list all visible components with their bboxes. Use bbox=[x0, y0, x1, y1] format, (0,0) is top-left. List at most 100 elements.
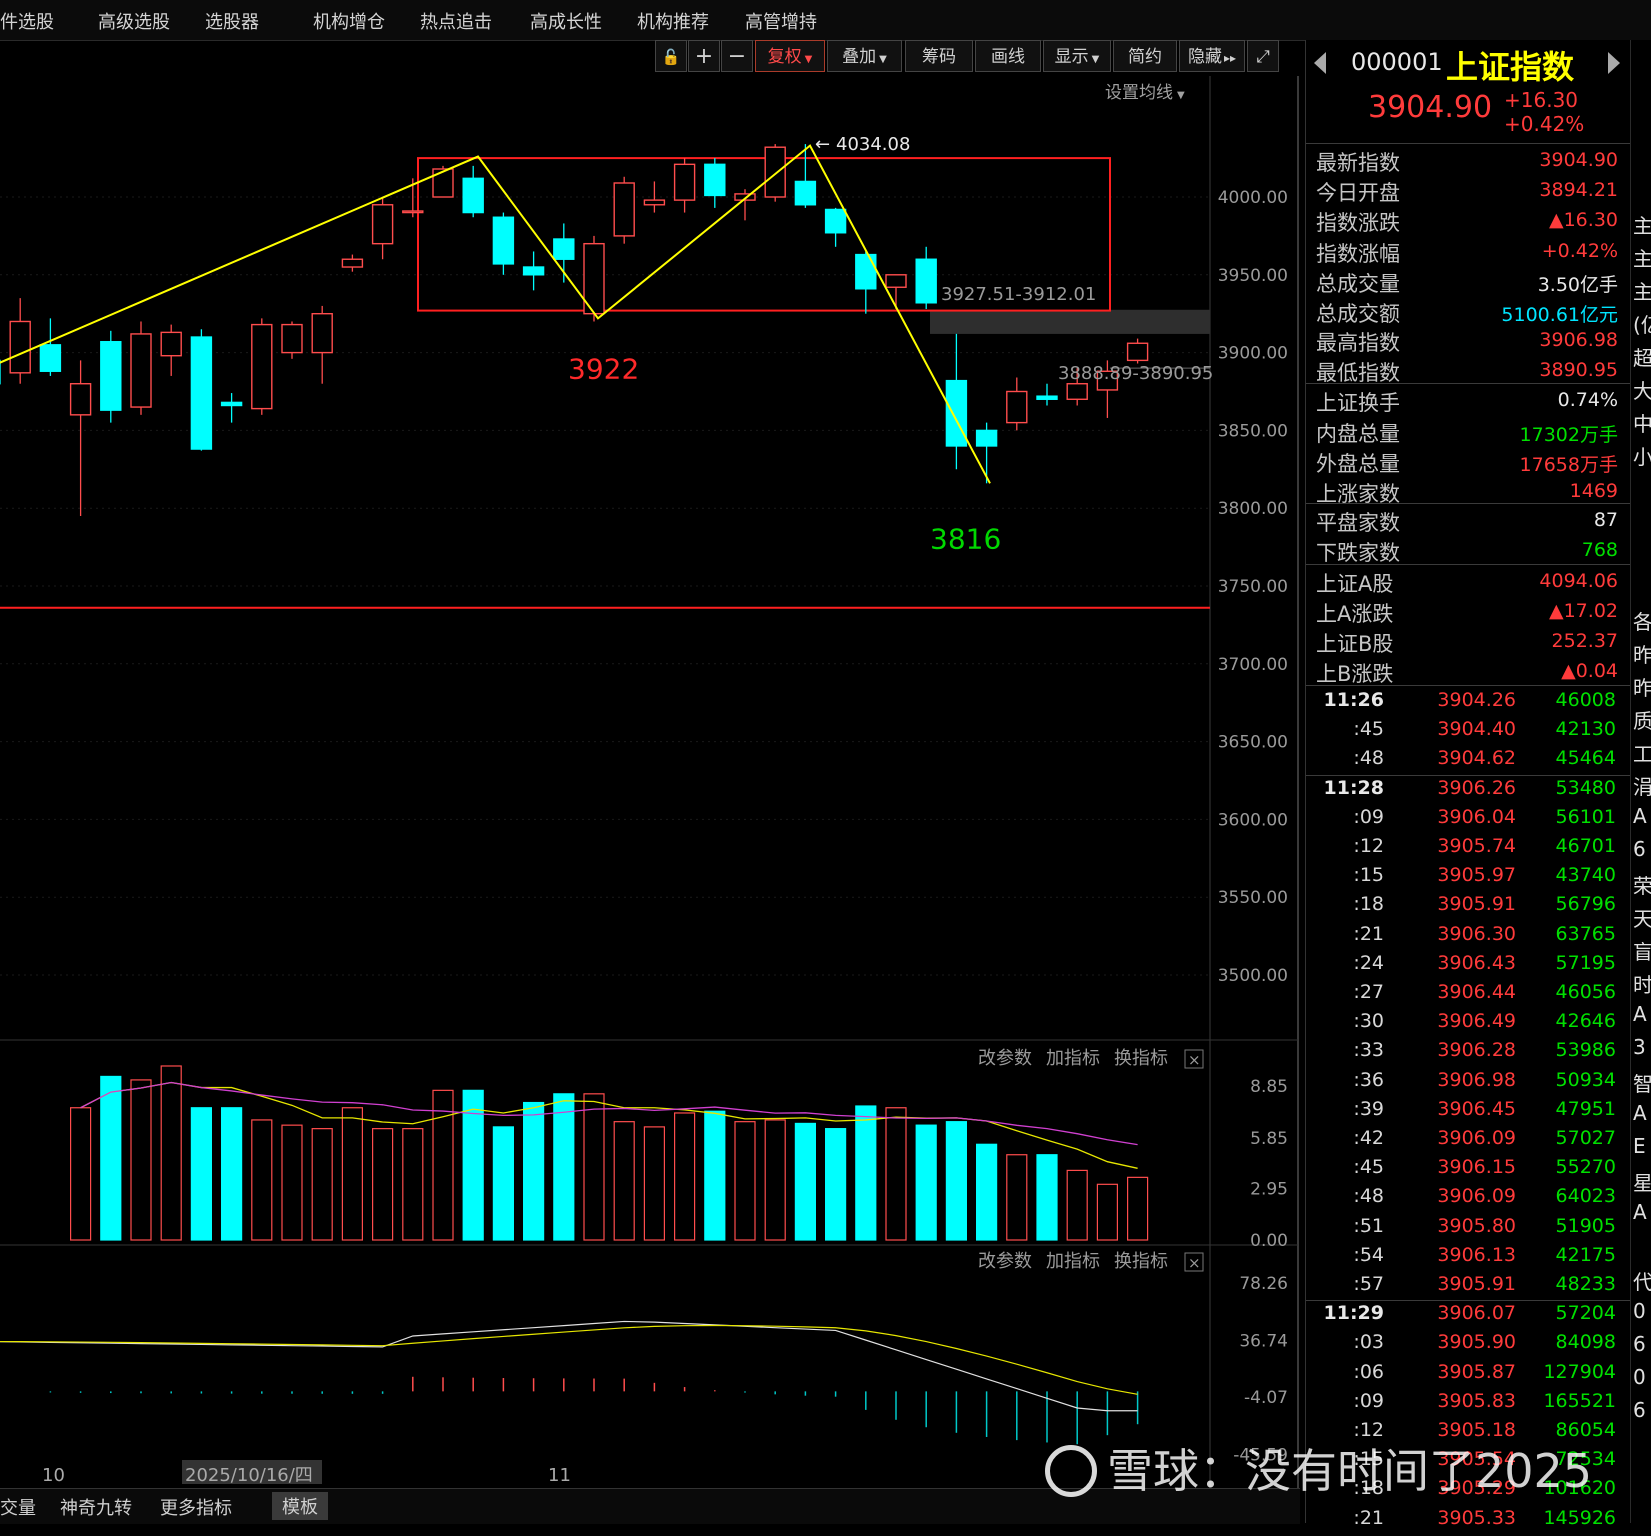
toolbar-button-5[interactable]: 简约 bbox=[1113, 40, 1177, 72]
tick-row[interactable]: :21 3905.33 145926 bbox=[1306, 1507, 1630, 1536]
watermark-logo-icon bbox=[1045, 1444, 1097, 1497]
nav-item-4[interactable]: 热点追击 bbox=[420, 8, 492, 34]
indicator-tab-0[interactable]: 成交量 bbox=[0, 1494, 36, 1520]
tick-row[interactable]: :51 3905.80 51905 bbox=[1306, 1215, 1630, 1244]
candle[interactable] bbox=[583, 235, 605, 322]
candle[interactable] bbox=[371, 197, 394, 260]
tick-row[interactable]: :09 3906.04 56101 bbox=[1306, 806, 1630, 835]
zigzag-line[interactable] bbox=[0, 144, 991, 484]
candle[interactable] bbox=[130, 321, 152, 415]
volume-bar bbox=[764, 1119, 786, 1241]
side-info-char: 小 bbox=[1633, 445, 1651, 469]
candle[interactable] bbox=[704, 158, 726, 208]
chart-area[interactable]: 4000.00 3950.00 3900.00 3850.00 3800.00 3750.… bbox=[0, 76, 1300, 1488]
toolbar-button-1[interactable]: 叠加 ▼ bbox=[827, 40, 902, 72]
candle[interactable] bbox=[673, 158, 696, 213]
indicator-tab-3[interactable]: 模板 bbox=[272, 1492, 328, 1520]
indicator-tab-2[interactable]: 更多指标 bbox=[160, 1494, 232, 1520]
candle[interactable] bbox=[69, 360, 92, 516]
nav-item-7[interactable]: 高管增持 bbox=[745, 8, 817, 34]
nav-item-2[interactable]: 选股器 bbox=[205, 8, 259, 34]
macd-panel-button-0[interactable]: 改参数 bbox=[978, 1251, 1032, 1272]
tick-price: 3906.09 bbox=[1437, 1127, 1516, 1149]
tick-row[interactable]: :36 3906.98 50934 bbox=[1306, 1069, 1630, 1098]
candle[interactable] bbox=[1126, 338, 1149, 364]
toolbar-button-3[interactable]: 画线 bbox=[975, 40, 1041, 72]
lock-icon[interactable]: 🔓 bbox=[655, 40, 687, 72]
tick-price: 3905.91 bbox=[1437, 893, 1516, 916]
side-info-char: 时 bbox=[1633, 973, 1651, 997]
candle[interactable] bbox=[311, 305, 333, 384]
candle-body bbox=[1066, 383, 1088, 400]
tick-row[interactable]: :27 3906.44 46056 bbox=[1306, 981, 1630, 1010]
candle[interactable] bbox=[945, 333, 968, 470]
tick-row[interactable]: :06 3905.87 127904 bbox=[1306, 1361, 1630, 1390]
candle[interactable] bbox=[975, 422, 998, 484]
candle[interactable] bbox=[613, 176, 635, 244]
tick-row[interactable]: :48 3904.62 45464 bbox=[1306, 747, 1630, 776]
candle[interactable] bbox=[915, 246, 937, 310]
tick-row[interactable]: :21 3906.30 63765 bbox=[1306, 923, 1630, 952]
nav-item-0[interactable]: 条件选股 bbox=[0, 8, 54, 34]
tick-row[interactable]: :54 3906.13 42175 bbox=[1306, 1244, 1630, 1273]
candle[interactable] bbox=[1036, 383, 1058, 406]
tick-row[interactable]: :42 3906.09 57027 bbox=[1306, 1127, 1630, 1156]
candle[interactable] bbox=[341, 254, 364, 272]
tick-row[interactable]: 11:28 3906.26 53480 bbox=[1306, 777, 1630, 806]
volume-panel-button-1[interactable]: 加指标 bbox=[1046, 1048, 1100, 1069]
tick-row[interactable]: 11:26 3904.26 46008 bbox=[1306, 689, 1630, 718]
tick-row[interactable]: :03 3905.90 84098 bbox=[1306, 1331, 1630, 1360]
candle[interactable] bbox=[794, 144, 817, 208]
tick-row[interactable]: :39 3906.45 47951 bbox=[1306, 1098, 1630, 1127]
tick-row[interactable]: :09 3905.83 165521 bbox=[1306, 1390, 1630, 1419]
nav-item-5[interactable]: 高成长性 bbox=[530, 8, 602, 34]
tick-row[interactable]: :45 3906.15 55270 bbox=[1306, 1156, 1630, 1185]
macd-panel-button-1[interactable]: 加指标 bbox=[1046, 1251, 1100, 1272]
ma-settings-button[interactable]: 设置均线 ▼ bbox=[1105, 83, 1185, 103]
macd-panel-button-2[interactable]: 换指标 bbox=[1114, 1251, 1168, 1272]
price-tick-label: 3500.00 bbox=[1218, 966, 1288, 986]
tick-row[interactable]: :30 3906.49 42646 bbox=[1306, 1010, 1630, 1039]
nav-item-6[interactable]: 机构推荐 bbox=[637, 8, 709, 34]
toolbar-button-0[interactable]: 复权 ▼ bbox=[755, 40, 825, 72]
tick-row[interactable]: :48 3906.09 64023 bbox=[1306, 1185, 1630, 1214]
zoom-in-button[interactable]: + bbox=[688, 40, 720, 72]
candle[interactable] bbox=[492, 212, 515, 275]
volume-panel-button-0[interactable]: 改参数 bbox=[978, 1048, 1032, 1069]
indicator-tab-1[interactable]: 神奇九转 bbox=[60, 1494, 132, 1520]
prev-stock-arrow[interactable] bbox=[1314, 52, 1326, 74]
tick-row[interactable]: :57 3905.91 48233 bbox=[1306, 1273, 1630, 1302]
tick-row[interactable]: :33 3906.28 53986 bbox=[1306, 1039, 1630, 1068]
tick-row[interactable]: :45 3904.40 42130 bbox=[1306, 718, 1630, 747]
tick-row[interactable]: :24 3906.43 57195 bbox=[1306, 952, 1630, 981]
candle[interactable] bbox=[100, 330, 122, 423]
candle[interactable] bbox=[251, 318, 273, 415]
candle[interactable] bbox=[190, 329, 213, 451]
price-tick-label: 3750.00 bbox=[1218, 577, 1288, 597]
candle[interactable] bbox=[220, 393, 243, 423]
gap-lower-label: 3888.89-3890.95 bbox=[1058, 363, 1213, 384]
candle[interactable] bbox=[281, 321, 303, 359]
tick-row[interactable]: 11:29 3906.07 57204 bbox=[1306, 1302, 1630, 1331]
candle[interactable] bbox=[462, 165, 484, 218]
volume-panel-button-2[interactable]: 换指标 bbox=[1114, 1048, 1168, 1069]
candle[interactable] bbox=[9, 298, 31, 384]
candle[interactable] bbox=[522, 251, 545, 291]
fullscreen-icon[interactable]: ⤢ bbox=[1247, 40, 1279, 72]
tick-row[interactable]: :18 3905.91 56796 bbox=[1306, 893, 1630, 922]
candle[interactable] bbox=[824, 207, 847, 247]
tick-row[interactable]: :15 3905.97 43740 bbox=[1306, 864, 1630, 893]
candle[interactable] bbox=[160, 324, 182, 376]
candle[interactable] bbox=[39, 318, 62, 376]
next-stock-arrow[interactable] bbox=[1608, 52, 1620, 74]
candle[interactable] bbox=[855, 251, 877, 314]
nav-item-3[interactable]: 机构增仓 bbox=[313, 8, 385, 34]
toolbar-button-4[interactable]: 显示 ▼ bbox=[1043, 40, 1111, 72]
tick-row[interactable]: :12 3905.74 46701 bbox=[1306, 835, 1630, 864]
nav-item-1[interactable]: 高级选股 bbox=[98, 8, 170, 34]
quote-value: ▲16.30 bbox=[1548, 209, 1618, 231]
toolbar-button-6[interactable]: 隐藏 ▸▸ bbox=[1179, 40, 1245, 72]
toolbar-button-2[interactable]: 筹码 bbox=[905, 40, 973, 72]
zoom-out-button[interactable]: − bbox=[721, 40, 753, 72]
candle[interactable] bbox=[1006, 377, 1028, 431]
